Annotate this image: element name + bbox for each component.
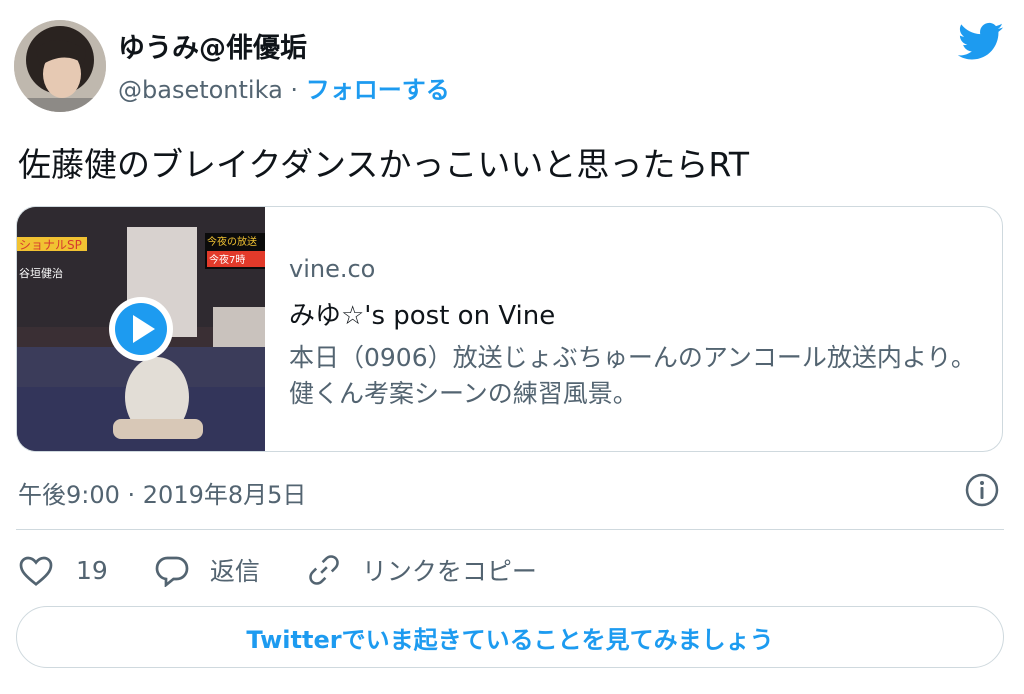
copy-link-button[interactable]: リンクをコピー: [306, 552, 537, 588]
link-card[interactable]: ショナルSP 谷垣健治 今夜の放送 今夜7時 vine.co みゆ☆'s pos…: [16, 206, 1003, 452]
follow-link[interactable]: フォローする: [306, 76, 450, 104]
display-name[interactable]: ゆうみ@俳優垢: [118, 26, 307, 65]
reply-button[interactable]: 返信: [154, 552, 260, 588]
overlay-right-bottom: 今夜7時: [209, 253, 245, 266]
reply-label: 返信: [209, 557, 260, 586]
card-description: 本日（0906）放送じょぶちゅーんのアンコール放送内より。健くん考案シーンの練習…: [289, 343, 976, 408]
separator: ·: [290, 76, 299, 104]
cta-button[interactable]: Twitterでいま起きていることを見てみましょう: [16, 606, 1004, 668]
play-icon[interactable]: [109, 297, 173, 361]
link-icon: [309, 555, 339, 585]
card-domain: vine.co: [289, 255, 376, 283]
overlay-left-caption: 谷垣健治: [19, 266, 63, 280]
handle-row: @basetontika · フォローする: [118, 70, 450, 105]
info-icon[interactable]: [964, 472, 1000, 508]
card-title: みゆ☆'s post on Vine: [289, 301, 556, 331]
card-body: vine.co みゆ☆'s post on Vine 本日（0906）放送じょぶ…: [289, 255, 989, 412]
twitter-bird-icon[interactable]: [957, 22, 1004, 62]
like-count: 19: [76, 555, 108, 585]
like-button[interactable]: 19: [18, 553, 108, 587]
tweet-text: 佐藤健のブレイクダンスかっこいいと思ったらRT: [18, 145, 750, 184]
copy-link-label: リンクをコピー: [361, 557, 537, 586]
action-bar: 19 返信 リンクをコピー: [18, 550, 537, 590]
card-thumbnail[interactable]: ショナルSP 谷垣健治 今夜の放送 今夜7時: [17, 207, 265, 451]
timestamp[interactable]: 午後9:00 · 2019年8月5日: [18, 475, 306, 510]
overlay-right-top: 今夜の放送: [207, 235, 257, 248]
overlay-left-banner: ショナルSP: [19, 238, 82, 252]
reply-icon: [155, 556, 189, 587]
divider: [16, 529, 1004, 530]
heart-icon: [19, 556, 53, 586]
handle[interactable]: @basetontika: [118, 76, 283, 104]
avatar[interactable]: [14, 20, 106, 112]
